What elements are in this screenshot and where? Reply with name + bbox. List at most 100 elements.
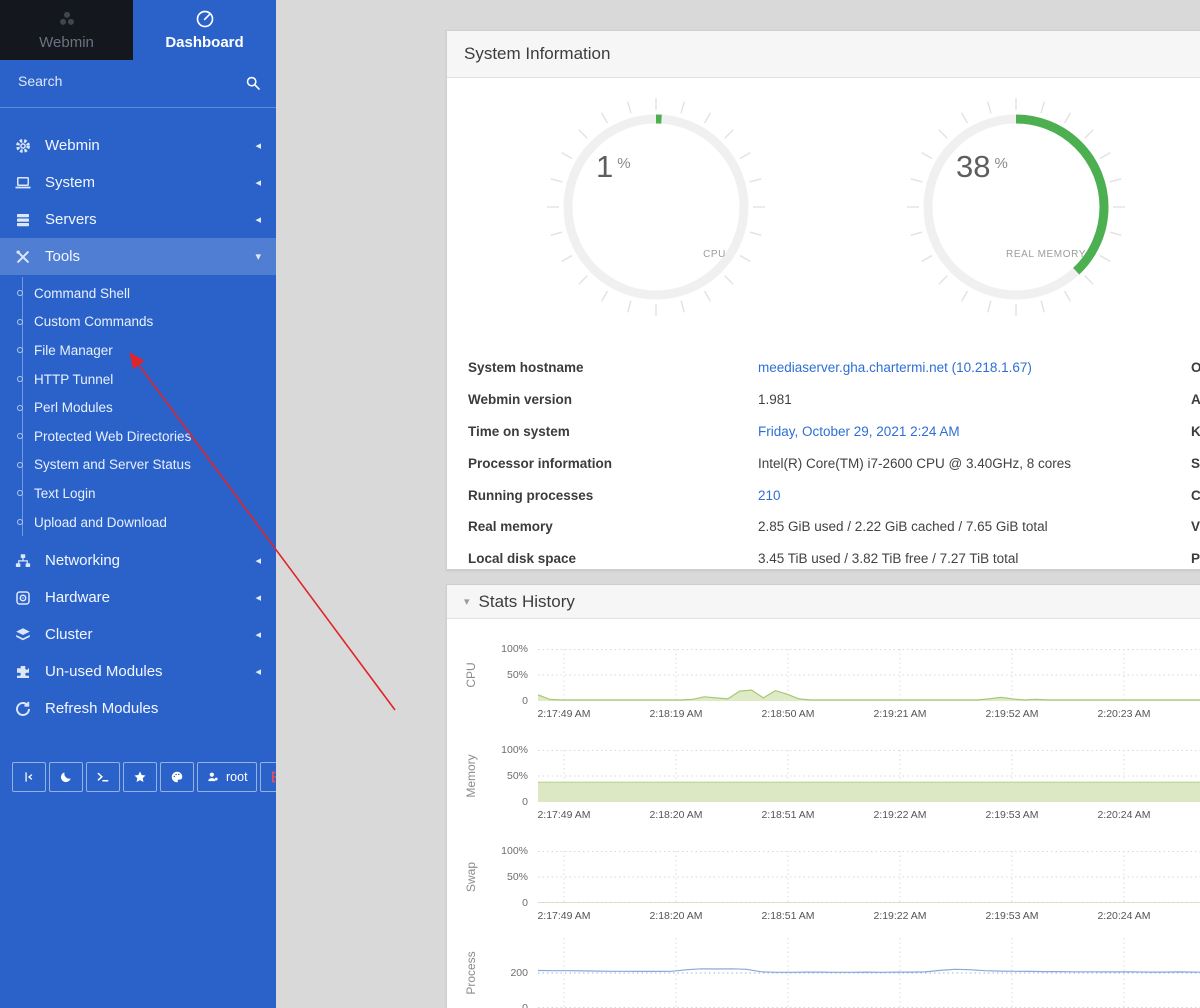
info-row-local-disk-space: Local disk space 3.45 TiB used / 3.82 Ti… (468, 543, 1188, 575)
toolbar-button-collapse[interactable] (12, 762, 46, 792)
gear-icon (14, 137, 32, 155)
bullet-icon (17, 347, 23, 353)
toolbar-button-terminal[interactable] (86, 762, 120, 792)
toolbar-button-moon[interactable] (49, 762, 83, 792)
info-row-operating-system: Operating system (1191, 352, 1200, 384)
collapse-toggle-icon[interactable]: ▾ (464, 595, 470, 608)
info-row-webmin-version: Webmin version 1.981 (468, 384, 1188, 416)
star-icon (133, 770, 147, 784)
system-information-panel: System Information 1% CPU 38% REAL MEMOR… (446, 30, 1200, 570)
memory-chart-ylabel: Memory (464, 754, 478, 797)
sidebar-item-label: Refresh Modules (45, 700, 261, 717)
stats-history-panel: ▾ Stats History CPU 100%50%0 2:17:49 AM2… (446, 584, 1200, 1008)
submenu-item-http-tunnel[interactable]: HTTP Tunnel (0, 365, 276, 394)
info-row-time-on-system: Time on system Friday, October 29, 2021 … (468, 416, 1188, 448)
panel-title: System Information (464, 44, 610, 64)
toolbar-button-logout[interactable] (260, 762, 276, 792)
cpu-gauge-ring (546, 97, 766, 317)
caret-icon: ◂ (255, 176, 261, 189)
main-content: System Information 1% CPU 38% REAL MEMOR… (276, 0, 1200, 1008)
sidebar-item-refresh-modules[interactable]: Refresh Modules (0, 690, 276, 727)
bullet-icon (17, 376, 23, 382)
sidebar-item-hardware[interactable]: Hardware ◂ (0, 579, 276, 616)
sidebar-item-un-used-modules[interactable]: Un-used Modules ◂ (0, 653, 276, 690)
bullet-icon (17, 462, 23, 468)
moon-icon (59, 770, 73, 784)
submenu-item-system-and-server-status[interactable]: System and Server Status (0, 451, 276, 480)
submenu-item-label: Command Shell (34, 286, 130, 301)
sidebar-item-webmin[interactable]: Webmin ◂ (0, 127, 276, 164)
real-memory-gauge-ring (906, 97, 1126, 317)
real-memory-gauge-value: 38% (956, 149, 1008, 185)
terminal-icon (96, 770, 110, 784)
info-row-real-memory: Real memory 2.85 GiB used / 2.22 GiB cac… (468, 511, 1188, 543)
sidebar-item-networking[interactable]: Networking ◂ (0, 542, 276, 579)
sidebar: Webmin Dashboard Webmin ◂ System ◂ (0, 0, 276, 1008)
cpu-chart: CPU 100%50%0 2:17:49 AM2:18:19 AM2:18:50… (447, 649, 1200, 701)
cpu-chart-ylabel: CPU (464, 662, 478, 687)
memory-chart: Memory 100%50%0 2:17:49 AM2:18:20 AM2:18… (447, 750, 1200, 802)
cpu-gauge-label: CPU (703, 249, 726, 260)
hdd-icon (14, 589, 32, 607)
toolbar-button-palette[interactable] (160, 762, 194, 792)
caret-icon: ◂ (255, 213, 261, 226)
caret-icon: ◂ (255, 554, 261, 567)
sidebar-item-label: Networking (45, 552, 255, 569)
sidebar-nav-top: Webmin ◂ System ◂ Servers ◂ Tools ▾ (0, 108, 276, 275)
tab-dashboard[interactable]: Dashboard (133, 0, 276, 60)
cpu-chart-plot (538, 649, 1200, 701)
process-chart: Process 2000 (447, 938, 1200, 1008)
palette-icon (170, 770, 184, 784)
collapse-icon (22, 770, 36, 784)
submenu-item-label: Protected Web Directories (34, 429, 191, 444)
info-row-processor-information: Processor information Intel(R) Core(TM) … (468, 447, 1188, 479)
servers-icon (14, 211, 32, 229)
submenu-item-label: Custom Commands (34, 314, 153, 329)
submenu-item-label: HTTP Tunnel (34, 372, 113, 387)
submenu-item-protected-web-directories[interactable]: Protected Web Directories (0, 422, 276, 451)
cpu-gauge-value: 1% (596, 149, 631, 185)
toolbar-button-root[interactable]: root (197, 762, 257, 792)
refresh-icon (14, 700, 32, 718)
caret-icon: ▾ (255, 250, 261, 263)
layers-icon (14, 626, 32, 644)
sidebar-item-tools[interactable]: Tools ▾ (0, 238, 276, 275)
bullet-icon (17, 519, 23, 525)
tab-webmin[interactable]: Webmin (0, 0, 133, 60)
sidebar-item-label: Tools (45, 248, 255, 265)
process-chart-ylabel: Process (464, 951, 478, 994)
bullet-icon (17, 290, 23, 296)
submenu-item-perl-modules[interactable]: Perl Modules (0, 393, 276, 422)
info-row-system-hostname: System hostname meediaserver.gha.charter… (468, 352, 1188, 384)
swap-chart-plot (538, 851, 1200, 903)
sidebar-item-cluster[interactable]: Cluster ◂ (0, 616, 276, 653)
laptop-icon (14, 174, 32, 192)
caret-icon: ◂ (255, 665, 261, 678)
search-icon[interactable] (245, 75, 261, 91)
search-input[interactable] (16, 72, 221, 90)
cpu-gauge: 1% CPU (546, 97, 766, 317)
submenu-item-command-shell[interactable]: Command Shell (0, 279, 276, 308)
bullet-icon (17, 405, 23, 411)
submenu-item-label: Text Login (34, 486, 96, 501)
caret-icon: ◂ (255, 591, 261, 604)
submenu-item-custom-commands[interactable]: Custom Commands (0, 308, 276, 337)
panel-title: Stats History (479, 592, 575, 612)
info-row-authentic-theme-version: Authentic theme version (1191, 384, 1200, 416)
sidebar-item-system[interactable]: System ◂ (0, 164, 276, 201)
swap-chart-ylabel: Swap (464, 862, 478, 892)
sidebar-toolbar: root (12, 762, 276, 792)
system-info-table-right: Operating system Authentic theme version… (1191, 352, 1200, 575)
network-icon (14, 552, 32, 570)
toolbar-button-star[interactable] (123, 762, 157, 792)
process-chart-yticks: 2000 (486, 938, 534, 1008)
sidebar-tabs: Webmin Dashboard (0, 0, 276, 60)
submenu-item-upload-and-download[interactable]: Upload and Download (0, 508, 276, 537)
submenu-item-text-login[interactable]: Text Login (0, 479, 276, 508)
info-row-package-updates: Package updates (1191, 543, 1200, 575)
sidebar-item-servers[interactable]: Servers ◂ (0, 201, 276, 238)
sidebar-item-label: Webmin (45, 137, 255, 154)
submenu-item-file-manager[interactable]: File Manager (0, 336, 276, 365)
submenu-item-label: System and Server Status (34, 457, 191, 472)
cpu-chart-yticks: 100%50%0 (486, 649, 534, 701)
